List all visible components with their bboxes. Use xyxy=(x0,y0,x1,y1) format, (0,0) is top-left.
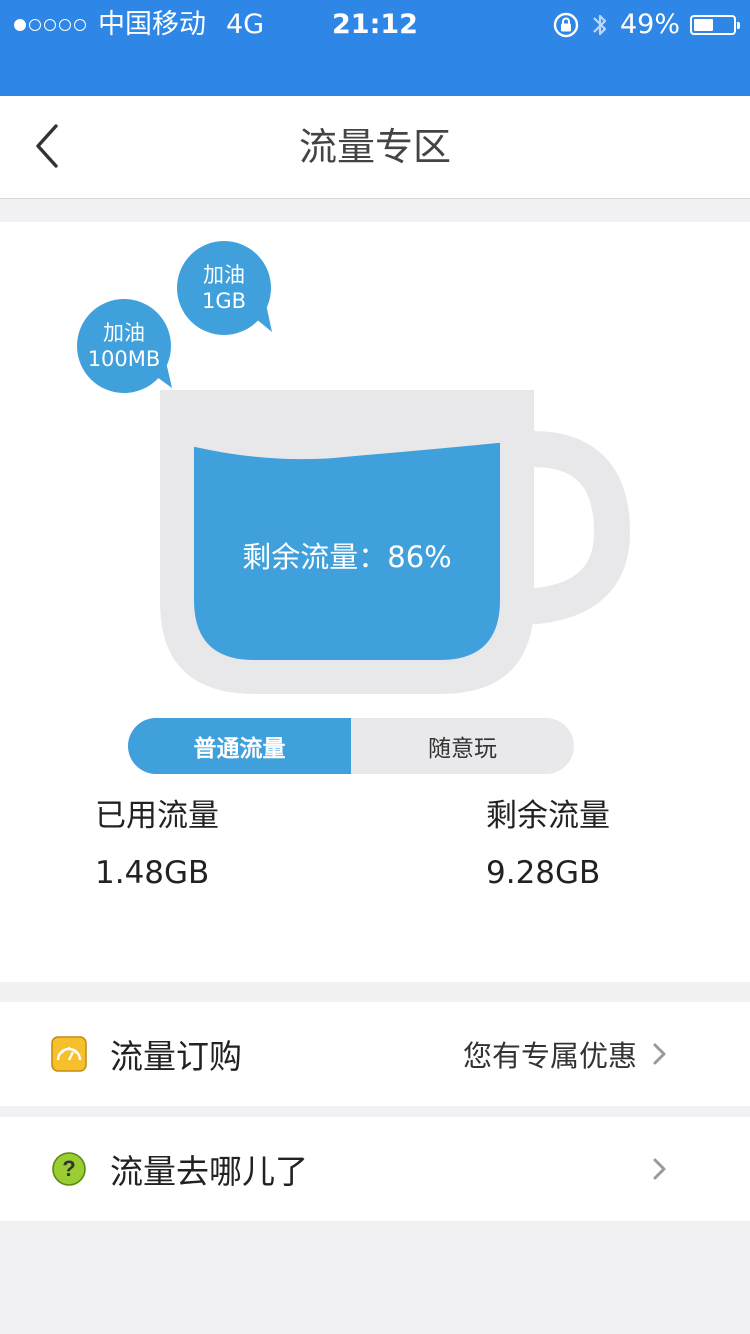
boost-1gb-line2: 1GB xyxy=(201,289,247,313)
remaining-percent-label: 剩余流量：86% xyxy=(242,540,452,574)
chevron-right-icon xyxy=(653,1158,666,1180)
cup-illustration xyxy=(77,241,631,694)
boost-100mb-label[interactable]: 加油 100MB xyxy=(77,320,171,372)
remaining-data-label: 剩余流量 xyxy=(486,798,610,834)
tab-free-play[interactable]: 随意玩 xyxy=(351,718,574,774)
chevron-right-icon xyxy=(653,1043,666,1065)
data-type-toggle: 普通流量 随意玩 xyxy=(128,718,574,774)
boost-100mb-line1: 加油 xyxy=(103,321,145,345)
battery-icon xyxy=(690,15,740,35)
status-bar: 中国移动 4G 21:12 49% xyxy=(0,0,750,96)
used-data-label: 已用流量 xyxy=(95,798,219,834)
boost-1gb-label[interactable]: 加油 1GB xyxy=(177,262,271,314)
page-title: 流量专区 xyxy=(298,125,451,169)
battery-level-fill xyxy=(694,19,713,31)
remaining-data-stat: 剩余流量 9.28GB xyxy=(486,790,610,891)
list-item-data-usage-details[interactable]: ? 流量去哪儿了 xyxy=(0,1117,750,1221)
used-data-value: 1.48GB xyxy=(95,855,210,891)
question-icon: ? xyxy=(52,1152,86,1186)
orientation-lock-icon xyxy=(553,12,579,38)
exclusive-offer-hint: 您有专属优惠 xyxy=(462,1039,637,1073)
speedometer-icon xyxy=(51,1036,87,1072)
boost-100mb-line2: 100MB xyxy=(87,347,161,371)
status-right: 49% xyxy=(552,0,740,50)
nav-bar: 流量专区 xyxy=(0,96,750,199)
battery-percent: 49% xyxy=(619,9,680,40)
tab-regular-data[interactable]: 普通流量 xyxy=(128,718,351,774)
boost-1gb-line1: 加油 xyxy=(203,263,245,287)
used-data-stat: 已用流量 1.48GB xyxy=(95,790,219,891)
data-usage-details-title: 流量去哪儿了 xyxy=(110,1152,308,1191)
list-item-data-purchase[interactable]: 流量订购 您有专属优惠 xyxy=(0,1002,750,1106)
bluetooth-icon xyxy=(593,14,607,36)
svg-text:?: ? xyxy=(62,1156,75,1181)
remaining-data-value: 9.28GB xyxy=(486,855,601,891)
data-usage-card: 加油 100MB 加油 1GB 剩余流量：86% 普通流量 随意玩 已用流量 1… xyxy=(0,222,750,982)
data-purchase-title: 流量订购 xyxy=(110,1037,242,1076)
